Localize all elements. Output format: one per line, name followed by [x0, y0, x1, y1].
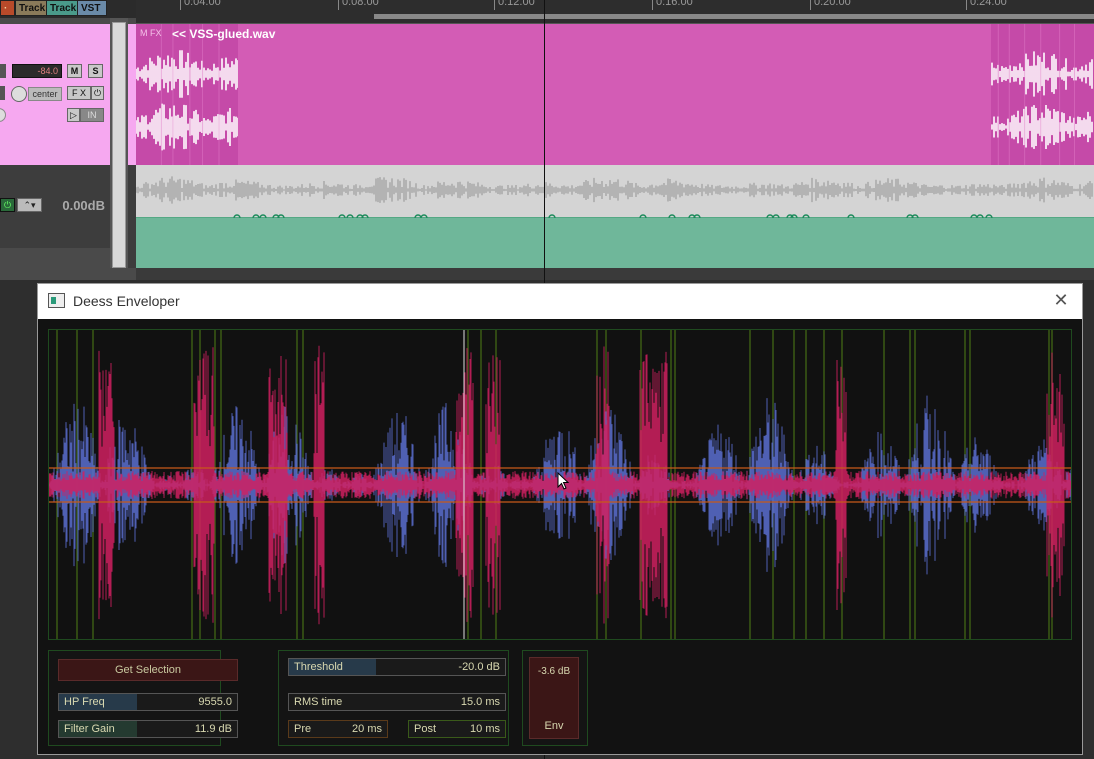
env-label: Env: [544, 720, 564, 732]
pan-knob[interactable]: [11, 86, 27, 102]
post-label: Post: [414, 723, 437, 735]
fx-button[interactable]: F X: [67, 86, 91, 100]
ruler-tick: [338, 0, 339, 10]
ruler-tick: [494, 0, 495, 10]
mute-button[interactable]: M: [67, 64, 82, 78]
detection-group: Threshold -20.0 dB RMS time 15.0 ms Pre …: [278, 650, 509, 746]
envelope-fill: [136, 218, 1094, 268]
volume-display[interactable]: -84.0: [12, 64, 62, 78]
media-item[interactable]: M FX: [136, 24, 1094, 165]
ruler-label: 0:16.00: [656, 0, 693, 8]
envelope-power-icon[interactable]: ⏻: [0, 198, 15, 212]
arrange-empty-area: [136, 268, 1094, 280]
filter-group: Get Selection HP Freq 9555.0 Filter Gain…: [48, 650, 238, 746]
envelope-shape-dropdown[interactable]: ⌃▾: [17, 198, 42, 212]
ruler-label: 0:20.00: [814, 0, 851, 8]
tcp-tab-bar: · Track Track VST: [0, 0, 136, 18]
envelope-value: 0.00dB: [62, 198, 105, 213]
tcp-bottom-area: [0, 248, 110, 268]
ruler-tick: [966, 0, 967, 10]
filter-gain-value: 11.9 dB: [194, 723, 232, 735]
tab-partial[interactable]: ·: [0, 0, 15, 16]
hp-freq-slider[interactable]: HP Freq 9555.0: [58, 693, 238, 711]
env-button[interactable]: -3.6 dB Env: [529, 657, 579, 739]
tab-track-1[interactable]: Track: [15, 0, 47, 16]
ruler-tick: [180, 0, 181, 10]
track-left-button[interactable]: [0, 86, 5, 100]
rms-time-label: RMS time: [294, 696, 343, 708]
get-selection-button[interactable]: Get Selection: [58, 659, 238, 681]
mouse-pointer-icon: [557, 472, 570, 490]
ruler-tick: [652, 0, 653, 10]
app-icon: [48, 293, 65, 308]
envelope-lane[interactable]: [136, 165, 1094, 268]
rms-time-slider[interactable]: RMS time 15.0 ms: [288, 693, 506, 711]
post-slider[interactable]: Post 10 ms: [408, 720, 506, 738]
close-icon[interactable]: ✕: [1052, 291, 1070, 309]
window-title: Deess Enveloper: [73, 293, 180, 309]
env-value: -3.6 dB: [537, 666, 571, 677]
pre-label: Pre: [294, 723, 312, 735]
fx-power-icon[interactable]: ⏻: [91, 86, 104, 100]
item-title-container: << VSS-glued.wav: [172, 27, 275, 41]
hp-freq-label: HP Freq: [64, 696, 105, 708]
titlebar[interactable]: Deess Enveloper ✕: [38, 284, 1082, 319]
ruler-label: 0:12.00: [498, 0, 535, 8]
item-flags: M FX: [140, 28, 162, 38]
threshold-value: -20.0 dB: [458, 661, 500, 673]
pre-value: 20 ms: [352, 723, 382, 735]
tab-track-2[interactable]: Track: [46, 0, 78, 16]
threshold-label: Threshold: [294, 661, 343, 673]
hp-freq-value: 9555.0: [198, 696, 232, 708]
ruler-label: 0:04.00: [184, 0, 221, 8]
time-selection-highlight: [238, 24, 991, 165]
record-arm-icon[interactable]: ▷: [67, 108, 80, 122]
volume-left-edge: [0, 64, 6, 78]
ruler-tick: [810, 0, 811, 10]
loop-selection-bar[interactable]: [374, 14, 1094, 19]
filter-gain-slider[interactable]: Filter Gain 11.9 dB: [58, 720, 238, 738]
timeline-ruler[interactable]: 0:04.00 0:08.00 0:12.00 0:16.00 0:20.00 0:24.…: [136, 0, 1094, 24]
post-value: 10 ms: [470, 723, 500, 735]
ruler-label: 0:08.00: [342, 0, 379, 8]
rms-time-value: 15.0 ms: [460, 696, 500, 708]
pan-display[interactable]: center: [28, 87, 62, 101]
filter-gain-label: Filter Gain: [64, 723, 115, 735]
ruler-label: 0:24.00: [970, 0, 1007, 8]
tcp-scrollbar-thumb[interactable]: [112, 22, 126, 268]
input-button[interactable]: IN: [80, 108, 104, 122]
tab-vst[interactable]: VST: [77, 0, 107, 16]
pre-slider[interactable]: Pre 20 ms: [288, 720, 388, 738]
deess-enveloper-window: Deess Enveloper ✕ Get Selection HP Freq …: [37, 283, 1083, 755]
solo-button[interactable]: S: [88, 64, 103, 78]
threshold-slider[interactable]: Threshold -20.0 dB: [288, 658, 506, 676]
item-title: << VSS-glued.wav: [172, 27, 276, 41]
